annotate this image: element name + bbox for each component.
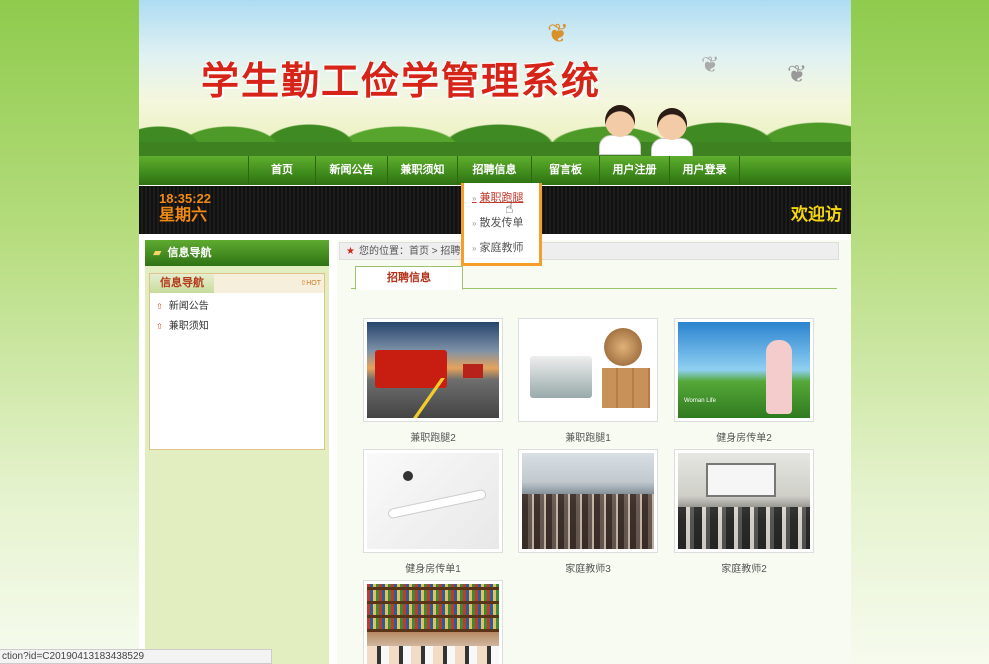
- sidebar-item-label: 新闻公告: [168, 301, 209, 312]
- gallery-image[interactable]: [367, 453, 499, 549]
- sidebar-box: 信息导航 ⇧HOT ⇧ 新闻公告 ⇧ 兼职须知: [149, 273, 325, 450]
- gallery-caption[interactable]: 家庭教师2: [674, 560, 814, 575]
- butterfly-icon: ❦: [701, 52, 720, 77]
- dropdown-item-flyers[interactable]: » 散发传单: [464, 212, 539, 237]
- page: ❦ ❦ ❦ 学生勤工俭学管理系统 首页 新闻公告 兼职须知 招聘信息 留言板 用…: [139, 0, 851, 664]
- browser-status-bar: ction?id=C20190413183438529: [0, 649, 272, 664]
- sidebar-item-label: 兼职须知: [168, 321, 209, 332]
- gallery-image[interactable]: Woman Life: [678, 322, 810, 418]
- nav-item-jobs[interactable]: 招聘信息: [458, 156, 532, 185]
- breadcrumb-text: 您的位置：首页 > 招聘信: [358, 246, 471, 257]
- butterfly-icon: ❦: [547, 18, 569, 48]
- gallery-caption[interactable]: 兼职跑腿1: [518, 429, 658, 444]
- jobs-dropdown-menu: » 兼职跑腿 » 散发传单 » 家庭教师: [461, 183, 542, 266]
- gallery-caption[interactable]: 健身房传单2: [674, 429, 814, 444]
- star-icon: ★: [346, 246, 355, 257]
- sidebar-item-news[interactable]: ⇧ 新闻公告: [150, 297, 324, 317]
- arrow-icon: ⇧: [156, 302, 163, 311]
- welcome-marquee: 欢迎访: [791, 205, 842, 224]
- gallery-item[interactable]: 家庭教师2: [674, 449, 814, 575]
- sidebar-header: ▰ 信息导航: [145, 240, 329, 266]
- gallery-item[interactable]: 兼职跑腿1: [518, 318, 658, 444]
- gallery-image[interactable]: [367, 584, 499, 664]
- sidebar-header-label: 信息导航: [167, 247, 212, 259]
- gallery-item[interactable]: 兼职跑腿2: [363, 318, 503, 444]
- sidebar-item-notice[interactable]: ⇧ 兼职须知: [150, 317, 324, 337]
- bullet-icon: »: [472, 244, 477, 253]
- banner-child-image: [599, 105, 641, 155]
- mouse-cursor-icon: ☝: [505, 200, 514, 216]
- gallery-caption[interactable]: 兼职跑腿2: [363, 429, 503, 444]
- nav-item-news[interactable]: 新闻公告: [316, 156, 388, 185]
- hot-badge: ⇧HOT: [300, 280, 321, 287]
- dropdown-item-errand[interactable]: » 兼职跑腿: [464, 187, 539, 212]
- dropdown-item-tutor[interactable]: » 家庭教师: [464, 237, 539, 262]
- site-title: 学生勤工俭学管理系统: [201, 59, 602, 103]
- nav-item-notice[interactable]: 兼职须知: [388, 156, 458, 185]
- nav-item-login[interactable]: 用户登录: [670, 156, 740, 185]
- gallery-image[interactable]: [678, 453, 810, 549]
- arrow-icon: ⇧: [156, 322, 163, 331]
- gallery-caption[interactable]: 家庭教师3: [518, 560, 658, 575]
- clock-time: 18:35:22: [159, 191, 212, 206]
- gallery-item[interactable]: Woman Life 健身房传单2: [674, 318, 814, 444]
- gallery-image[interactable]: [522, 322, 654, 418]
- tab-jobs[interactable]: 招聘信息: [355, 266, 463, 290]
- gallery-image[interactable]: [367, 322, 499, 418]
- nav-item-home[interactable]: 首页: [248, 156, 316, 185]
- nav-item-register[interactable]: 用户注册: [600, 156, 670, 185]
- banner-child-image: [651, 108, 693, 156]
- gallery-item[interactable]: 家庭教师3: [518, 449, 658, 575]
- tab-bar: 招聘信息: [351, 266, 837, 290]
- bullet-icon: »: [472, 219, 477, 228]
- site-banner: ❦ ❦ ❦ 学生勤工俭学管理系统: [139, 0, 851, 156]
- clock: 18:35:22 星期六: [159, 192, 211, 226]
- main-content: ★ 您的位置：首页 > 招聘信 招聘信息 兼职跑腿2 兼职跑腿1 Woman Li…: [337, 240, 851, 664]
- butterfly-icon: ❦: [787, 61, 808, 88]
- main-nav: 首页 新闻公告 兼职须知 招聘信息 留言板 用户注册 用户登录: [139, 156, 851, 185]
- gallery-caption[interactable]: 健身房传单1: [363, 560, 503, 575]
- folder-icon: ▰: [153, 247, 162, 259]
- gallery-image[interactable]: [522, 453, 654, 549]
- nav-item-guestbook[interactable]: 留言板: [532, 156, 600, 185]
- bullet-icon: »: [472, 194, 477, 203]
- clock-day: 星期六: [159, 207, 208, 224]
- gallery-item[interactable]: [363, 580, 503, 664]
- sidebar: ▰ 信息导航 信息导航 ⇧HOT ⇧ 新闻公告 ⇧ 兼职须知: [145, 240, 329, 664]
- gallery-item[interactable]: 健身房传单1: [363, 449, 503, 575]
- breadcrumb: ★ 您的位置：首页 > 招聘信: [339, 242, 839, 260]
- sidebar-box-title: 信息导航: [150, 274, 214, 293]
